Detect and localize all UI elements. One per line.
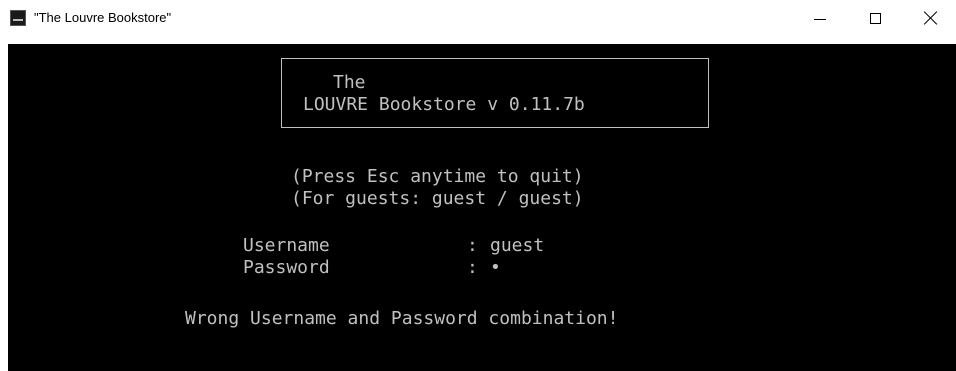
hint-guest: (For guests: guest / guest)	[291, 188, 584, 209]
minimize-button[interactable]	[797, 0, 843, 36]
password-field[interactable]: •	[490, 257, 501, 279]
console-window: "The Louvre Bookstore" The LOUVRE Bookst…	[0, 0, 956, 371]
banner-line-2: LOUVRE Bookstore v 0.11.7b	[303, 94, 585, 115]
console-output[interactable]: The LOUVRE Bookstore v 0.11.7b (Press Es…	[8, 44, 956, 371]
console-app-icon[interactable]	[10, 10, 26, 26]
error-message: Wrong Username and Password combination!	[185, 308, 619, 329]
maximize-icon	[869, 12, 881, 24]
close-icon	[924, 11, 938, 25]
title-bar[interactable]: "The Louvre Bookstore"	[0, 0, 956, 44]
window-title: "The Louvre Bookstore"	[34, 10, 172, 25]
password-separator: :	[467, 257, 478, 278]
username-separator: :	[467, 235, 478, 256]
password-label: Password	[243, 257, 330, 278]
banner-line-1: The	[333, 72, 366, 93]
username-label: Username	[243, 235, 330, 256]
hint-quit: (Press Esc anytime to quit)	[291, 166, 584, 187]
maximize-button[interactable]	[852, 0, 898, 36]
minimize-icon	[814, 18, 826, 20]
username-field[interactable]: guest	[490, 235, 544, 257]
close-button[interactable]	[908, 0, 954, 36]
